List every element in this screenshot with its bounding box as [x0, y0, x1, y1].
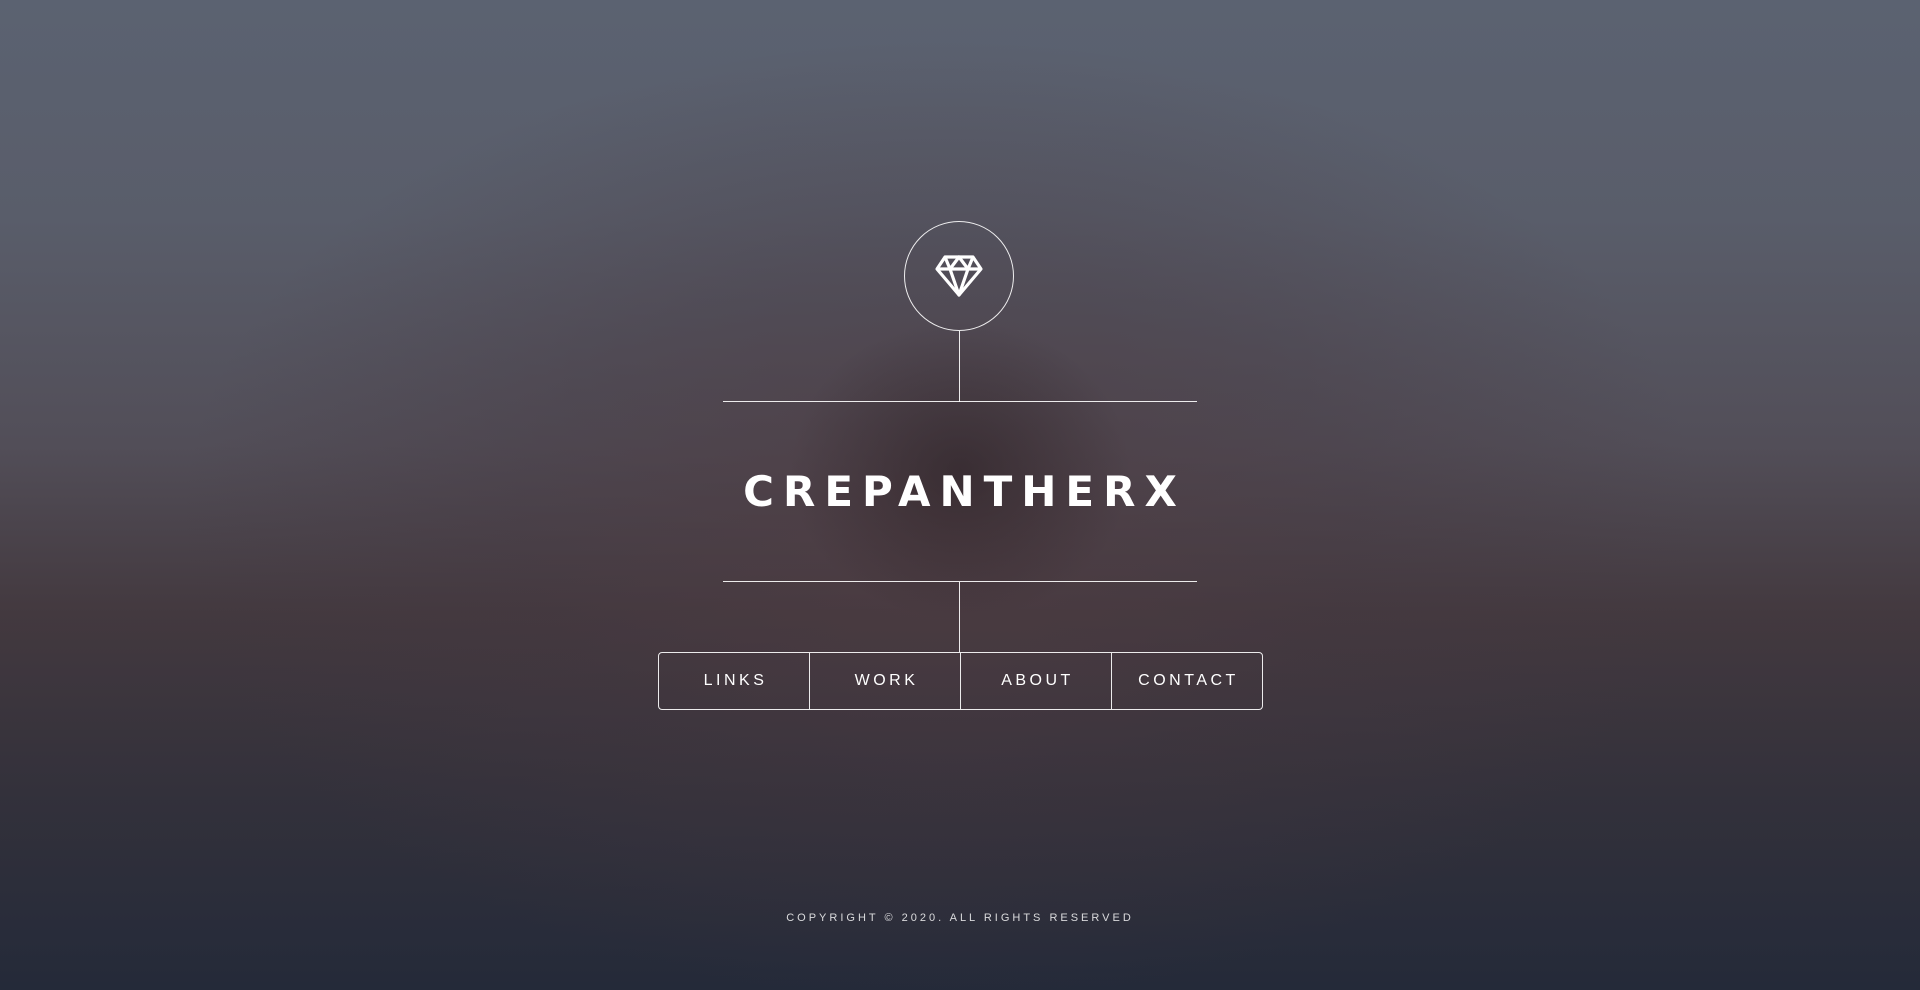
nav-contact-button[interactable]: CONTACT	[1111, 653, 1262, 709]
site-title: CREPANTHERX	[743, 467, 1186, 516]
divider-bottom	[723, 581, 1197, 582]
main-nav: LINKS WORK ABOUT CONTACT	[658, 652, 1263, 710]
diamond-icon	[935, 254, 983, 298]
divider-top	[723, 401, 1197, 402]
nav-work-button[interactable]: WORK	[809, 653, 960, 709]
nav-links-button[interactable]: LINKS	[659, 653, 809, 709]
page: CREPANTHERX LINKS WORK ABOUT CONTACT COP…	[0, 0, 1920, 990]
copyright-text: COPYRIGHT © 2020. ALL RIGHTS RESERVED	[786, 912, 1134, 924]
connector-line-bottom	[959, 582, 960, 652]
nav-about-button[interactable]: ABOUT	[960, 653, 1111, 709]
logo	[904, 221, 1014, 331]
connector-line-top	[959, 331, 960, 402]
